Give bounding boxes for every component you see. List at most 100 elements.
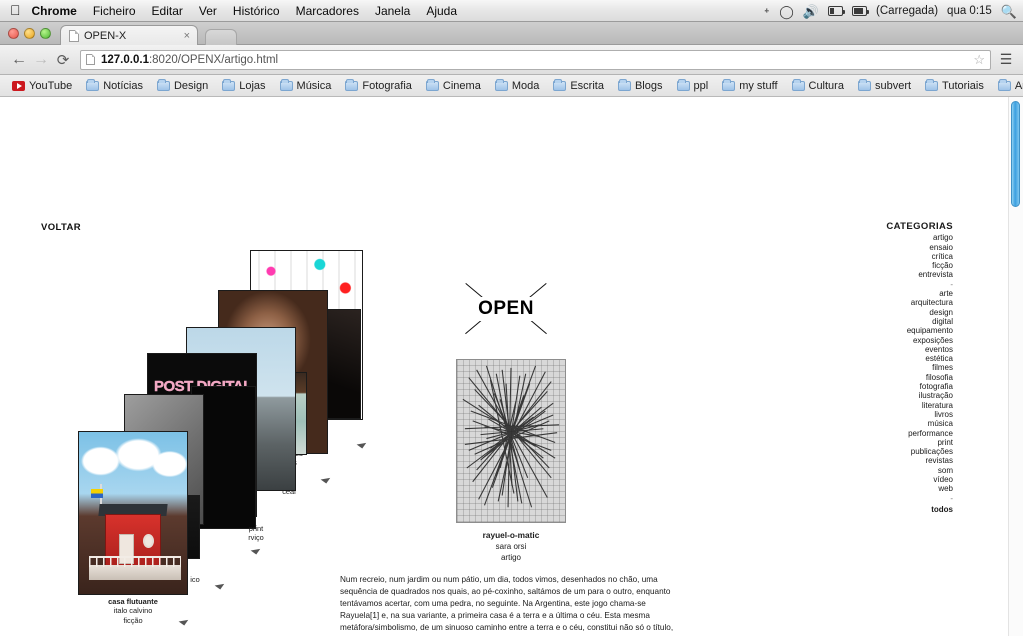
- article-author[interactable]: sara orsi: [456, 541, 566, 552]
- category-publicacoes[interactable]: publicações: [886, 447, 953, 456]
- address-bar[interactable]: 127.0.0.1 :8020/OPENX/artigo.html ☆: [80, 49, 991, 70]
- rail-decoration: [89, 556, 181, 567]
- bookmark-lojas[interactable]: Lojas: [216, 78, 271, 93]
- menu-item-editar[interactable]: Editar: [152, 4, 183, 18]
- bookmark-my-stuff[interactable]: my stuff: [716, 78, 783, 93]
- category-design[interactable]: design: [886, 308, 953, 317]
- bookmark-subvert[interactable]: subvert: [852, 78, 917, 93]
- article-image[interactable]: [456, 359, 566, 523]
- category-filosofia[interactable]: filosofia: [886, 373, 953, 382]
- bookmark-cultura[interactable]: Cultura: [786, 78, 850, 93]
- card-kind[interactable]: print: [196, 524, 316, 533]
- bookmark-blogs[interactable]: Blogs: [612, 78, 669, 93]
- bookmarks-bar: YouTube Notícias Design Lojas Música Fot…: [0, 75, 1023, 97]
- bookmark-label: Música: [296, 79, 332, 92]
- menu-item-ver[interactable]: Ver: [199, 4, 217, 18]
- back-button[interactable]: ←: [8, 51, 30, 69]
- page-info-icon[interactable]: [86, 54, 95, 65]
- chrome-menu-icon[interactable]: ☰: [997, 51, 1015, 68]
- category-exposicoes[interactable]: exposições: [886, 336, 953, 345]
- category-ficcao[interactable]: ficção: [886, 261, 953, 270]
- article-title[interactable]: rayuel-o-matic: [456, 530, 566, 541]
- youtube-icon: [12, 80, 25, 91]
- category-fotografia[interactable]: fotografia: [886, 382, 953, 391]
- article-kind[interactable]: artigo: [456, 552, 566, 563]
- card-stack: o ◢ ções s ◢ ceal: [0, 97, 400, 626]
- category-som[interactable]: som: [886, 466, 953, 475]
- menu-item-ajuda[interactable]: Ajuda: [426, 4, 457, 18]
- bookmark-moda[interactable]: Moda: [489, 78, 546, 93]
- category-ensaio[interactable]: ensaio: [886, 243, 953, 252]
- card-casa-flutuante[interactable]: [78, 431, 188, 595]
- category-digital[interactable]: digital: [886, 317, 953, 326]
- bookmark-escrita[interactable]: Escrita: [547, 78, 610, 93]
- category-video[interactable]: vídeo: [886, 475, 953, 484]
- category-filmes[interactable]: filmes: [886, 363, 953, 372]
- category-artigo[interactable]: artigo: [886, 233, 953, 242]
- resize-handle-icon[interactable]: ◢: [249, 543, 261, 556]
- menu-item-historico[interactable]: Histórico: [233, 4, 280, 18]
- scrollbar-thumb[interactable]: [1011, 101, 1020, 207]
- category-entrevista[interactable]: entrevista: [886, 270, 953, 279]
- card-author[interactable]: rviço: [196, 533, 316, 542]
- menu-item-janela[interactable]: Janela: [375, 4, 410, 18]
- card-title[interactable]: casa flutuante: [73, 597, 193, 606]
- category-performance[interactable]: performance: [886, 429, 953, 438]
- category-livros[interactable]: livros: [886, 410, 953, 419]
- category-estetica[interactable]: estética: [886, 354, 953, 363]
- folder-icon: [997, 78, 1011, 91]
- close-tab-icon[interactable]: ×: [184, 30, 190, 42]
- bookmark-youtube[interactable]: YouTube: [6, 79, 78, 93]
- open-logo[interactable]: OPEN: [465, 273, 547, 344]
- category-equipamento[interactable]: equipamento: [886, 326, 953, 335]
- menu-item-ficheiro[interactable]: Ficheiro: [93, 4, 136, 18]
- close-window-button[interactable]: [8, 28, 19, 39]
- category-arte[interactable]: arte: [886, 289, 953, 298]
- menu-item-chrome[interactable]: Chrome: [32, 4, 77, 18]
- category-todos[interactable]: todos: [886, 505, 953, 514]
- battery-icon[interactable]: [852, 6, 870, 16]
- bookmark-ppl[interactable]: ppl: [671, 78, 715, 93]
- category-eventos[interactable]: eventos: [886, 345, 953, 354]
- apple-icon[interactable]: : [10, 3, 21, 17]
- browser-tab-openx[interactable]: OPEN-X ×: [60, 25, 198, 45]
- bookmark-star-icon[interactable]: ☆: [973, 52, 985, 68]
- spotlight-search-icon[interactable]: 🔍: [1001, 5, 1017, 18]
- minimize-window-button[interactable]: [24, 28, 35, 39]
- forward-button[interactable]: →: [30, 51, 52, 69]
- menu-item-marcadores[interactable]: Marcadores: [296, 4, 359, 18]
- category-musica[interactable]: música: [886, 419, 953, 428]
- volume-icon[interactable]: 🔊: [803, 5, 819, 18]
- bookmark-label: YouTube: [29, 79, 73, 92]
- bluetooth-icon[interactable]: ᛭: [763, 5, 770, 17]
- category-web[interactable]: web: [886, 484, 953, 493]
- reload-button[interactable]: ⟳: [52, 51, 74, 69]
- category-print[interactable]: print: [886, 438, 953, 447]
- category-ilustracao[interactable]: ilustração: [886, 391, 953, 400]
- bookmark-cinema[interactable]: Cinema: [420, 78, 487, 93]
- bookmark-arte[interactable]: Arte: [992, 78, 1023, 93]
- maximize-window-button[interactable]: [40, 28, 51, 39]
- new-tab-button[interactable]: [205, 29, 237, 45]
- category-critica[interactable]: crítica: [886, 252, 953, 261]
- bookmark-label: my stuff: [739, 79, 778, 92]
- bookmark-musica[interactable]: Música: [274, 78, 338, 93]
- category-revistas[interactable]: revistas: [886, 456, 953, 465]
- resize-handle-icon[interactable]: ◢: [319, 472, 331, 485]
- card-author[interactable]: italo calvino: [73, 606, 193, 615]
- bookmark-noticias[interactable]: Notícias: [80, 78, 149, 93]
- page-scrollbar[interactable]: [1008, 97, 1023, 636]
- power-plug-icon[interactable]: [828, 6, 846, 16]
- menu-bar-clock[interactable]: qua 0:15: [947, 5, 992, 17]
- bookmark-tutoriais[interactable]: Tutoriais: [919, 78, 990, 93]
- wifi-icon[interactable]: ◯: [779, 5, 794, 18]
- category-arquitectura[interactable]: arquitectura: [886, 298, 953, 307]
- category-literatura[interactable]: literatura: [886, 401, 953, 410]
- bookmark-fotografia[interactable]: Fotografia: [339, 78, 418, 93]
- card-kind[interactable]: ficção: [73, 616, 193, 625]
- card-caption-black: print rviço: [196, 524, 316, 543]
- resize-handle-icon[interactable]: ◢: [355, 437, 367, 450]
- browser-tab-strip: OPEN-X ×: [0, 22, 1023, 45]
- bookmark-design[interactable]: Design: [151, 78, 214, 93]
- article-paragraph-1: Num recreio, num jardim ou num pátio, um…: [340, 575, 678, 636]
